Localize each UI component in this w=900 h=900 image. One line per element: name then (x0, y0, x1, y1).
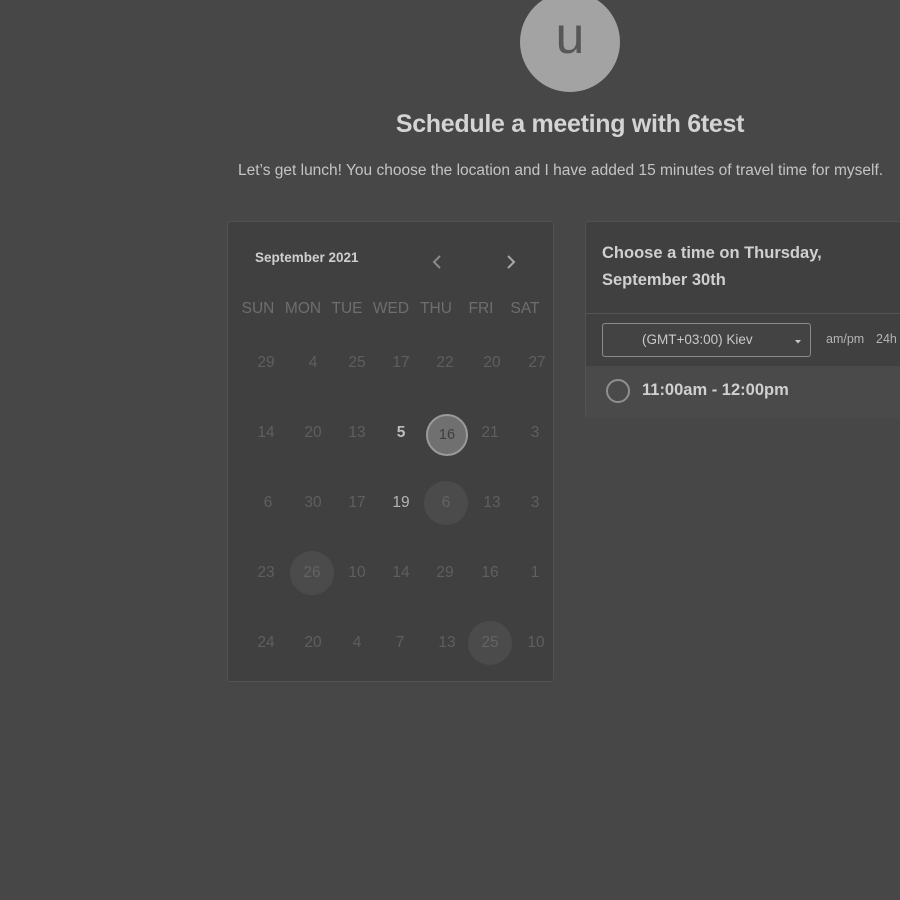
avatar: u (520, 0, 620, 92)
timezone-bar: (GMT+03:00) Kiev am/pm 24h (586, 313, 900, 366)
format-24h-toggle[interactable]: 24h (876, 332, 897, 346)
calendar-day: 29 (257, 354, 275, 371)
weekday-mon: MON (284, 300, 322, 317)
chevron-left-icon (432, 255, 441, 269)
weekday-header: SUN MON TUE WED THU FRI SAT (228, 300, 553, 320)
scheduler-page: u Schedule a meeting with 6test Let’s ge… (0, 0, 900, 900)
calendar-day: 20 (304, 424, 322, 441)
calendar-day: 21 (481, 424, 499, 441)
calendar-day: 22 (436, 354, 454, 371)
calendar-day: 10 (348, 564, 366, 581)
calendar-day: 4 (352, 634, 362, 651)
calendar-day: 25 (348, 354, 366, 371)
calendar-day: 1 (530, 564, 540, 581)
calendar-day: 17 (392, 354, 410, 371)
time-slot-label: 11:00am - 12:00pm (642, 381, 789, 399)
weekday-fri: FRI (468, 300, 494, 317)
calendar-day-available[interactable]: 26 (290, 551, 334, 595)
calendar-day-selected[interactable]: 16 (426, 414, 468, 456)
calendar-day: 13 (483, 494, 501, 511)
time-selection-panel: Choose a time on Thursday, September 30t… (585, 221, 900, 418)
calendar-day: 20 (483, 354, 501, 371)
calendar-day: 13 (438, 634, 456, 651)
calendar-day: 14 (257, 424, 275, 441)
calendar-day-available[interactable]: 6 (424, 481, 468, 525)
calendar-day-available[interactable]: 25 (468, 621, 512, 665)
time-panel-title: Choose a time on Thursday, September 30t… (602, 244, 822, 289)
page-title: Schedule a meeting with 6test (395, 110, 745, 138)
weekday-sun: SUN (241, 300, 275, 317)
calendar-day: 3 (530, 424, 540, 441)
timezone-select[interactable]: (GMT+03:00) Kiev (602, 323, 811, 357)
calendar-card: September 2021 SUN MON TUE WED THU FRI S… (227, 221, 554, 682)
calendar-day: 7 (395, 634, 405, 651)
weekday-wed: WED (372, 300, 410, 317)
calendar-day: 17 (348, 494, 366, 511)
calendar-day: 6 (263, 494, 273, 511)
format-ampm-toggle[interactable]: am/pm (826, 332, 864, 346)
calendar-day-available[interactable]: 19 (379, 481, 423, 525)
calendar-day: 24 (257, 634, 275, 651)
page-subtitle: Let’s get lunch! You choose the location… (238, 162, 884, 179)
calendar-day: 10 (527, 634, 545, 651)
weekday-thu: THU (420, 300, 452, 317)
calendar-day: 29 (436, 564, 454, 581)
time-slot-option[interactable]: 11:00am - 12:00pm (586, 366, 900, 418)
calendar-day-available[interactable]: 5 (379, 411, 423, 455)
calendar-day: 23 (257, 564, 275, 581)
calendar-day: 30 (304, 494, 322, 511)
chevron-right-icon (507, 255, 516, 269)
calendar-day: 4 (308, 354, 318, 371)
calendar-day: 27 (528, 354, 546, 371)
calendar-month-label: September 2021 (255, 250, 359, 265)
calendar-day: 3 (530, 494, 540, 511)
caret-down-icon (795, 340, 801, 344)
timezone-value: (GMT+03:00) Kiev (642, 332, 753, 347)
weekday-tue: TUE (331, 300, 363, 317)
calendar-day: 20 (304, 634, 322, 651)
calendar-day: 14 (392, 564, 410, 581)
prev-month-button[interactable] (427, 250, 447, 274)
calendar-day: 13 (348, 424, 366, 441)
calendar-day: 16 (481, 564, 499, 581)
weekday-sat: SAT (510, 300, 540, 317)
next-month-button[interactable] (501, 250, 521, 274)
radio-button-icon[interactable] (606, 379, 630, 403)
